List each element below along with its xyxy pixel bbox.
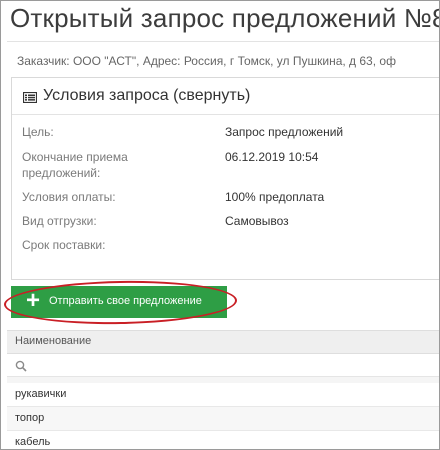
label-payment: Условия оплаты: [22, 190, 116, 204]
filter-row[interactable] [7, 354, 439, 377]
page-title: Открытый запрос предложений №899 [10, 3, 440, 33]
label-deadline: Окончание приема предложений: [22, 150, 128, 180]
list-icon [22, 90, 38, 104]
panel-header[interactable]: Условия запроса (свернуть) [12, 78, 439, 115]
table-cell: кабель [15, 436, 51, 448]
conditions-panel: Условия запроса (свернуть) Цель: Запрос … [11, 77, 439, 280]
divider [7, 41, 439, 42]
label-delivery-term: Срок поставки: [22, 238, 106, 252]
value-goal: Запрос предложений [225, 125, 344, 139]
search-icon[interactable] [15, 359, 27, 372]
table-cell: топор [15, 412, 45, 424]
label-goal: Цель: [22, 125, 54, 139]
table-row[interactable]: топор [7, 407, 439, 431]
value-deadline: 06.12.2019 10:54 [225, 150, 319, 164]
table-row[interactable]: кабель [7, 431, 439, 449]
window-frame: Открытый запрос предложений №899 Заказчи… [0, 0, 440, 450]
panel-title[interactable]: Условия запроса (свернуть) [43, 87, 250, 105]
value-payment: 100% предоплата [225, 190, 325, 204]
customer-info: Заказчик: ООО "АСТ", Адрес: Россия, г То… [17, 54, 396, 68]
value-shipment: Самовывоз [225, 214, 289, 228]
column-header-label: Наименование [15, 335, 92, 347]
table-row[interactable]: рукавички [7, 383, 439, 407]
column-header[interactable]: Наименование [7, 330, 439, 354]
label-shipment: Вид отгрузки: [22, 214, 97, 228]
table-cell: рукавички [15, 388, 67, 400]
items-grid: Наименование рукавички топор кабель [7, 330, 439, 449]
